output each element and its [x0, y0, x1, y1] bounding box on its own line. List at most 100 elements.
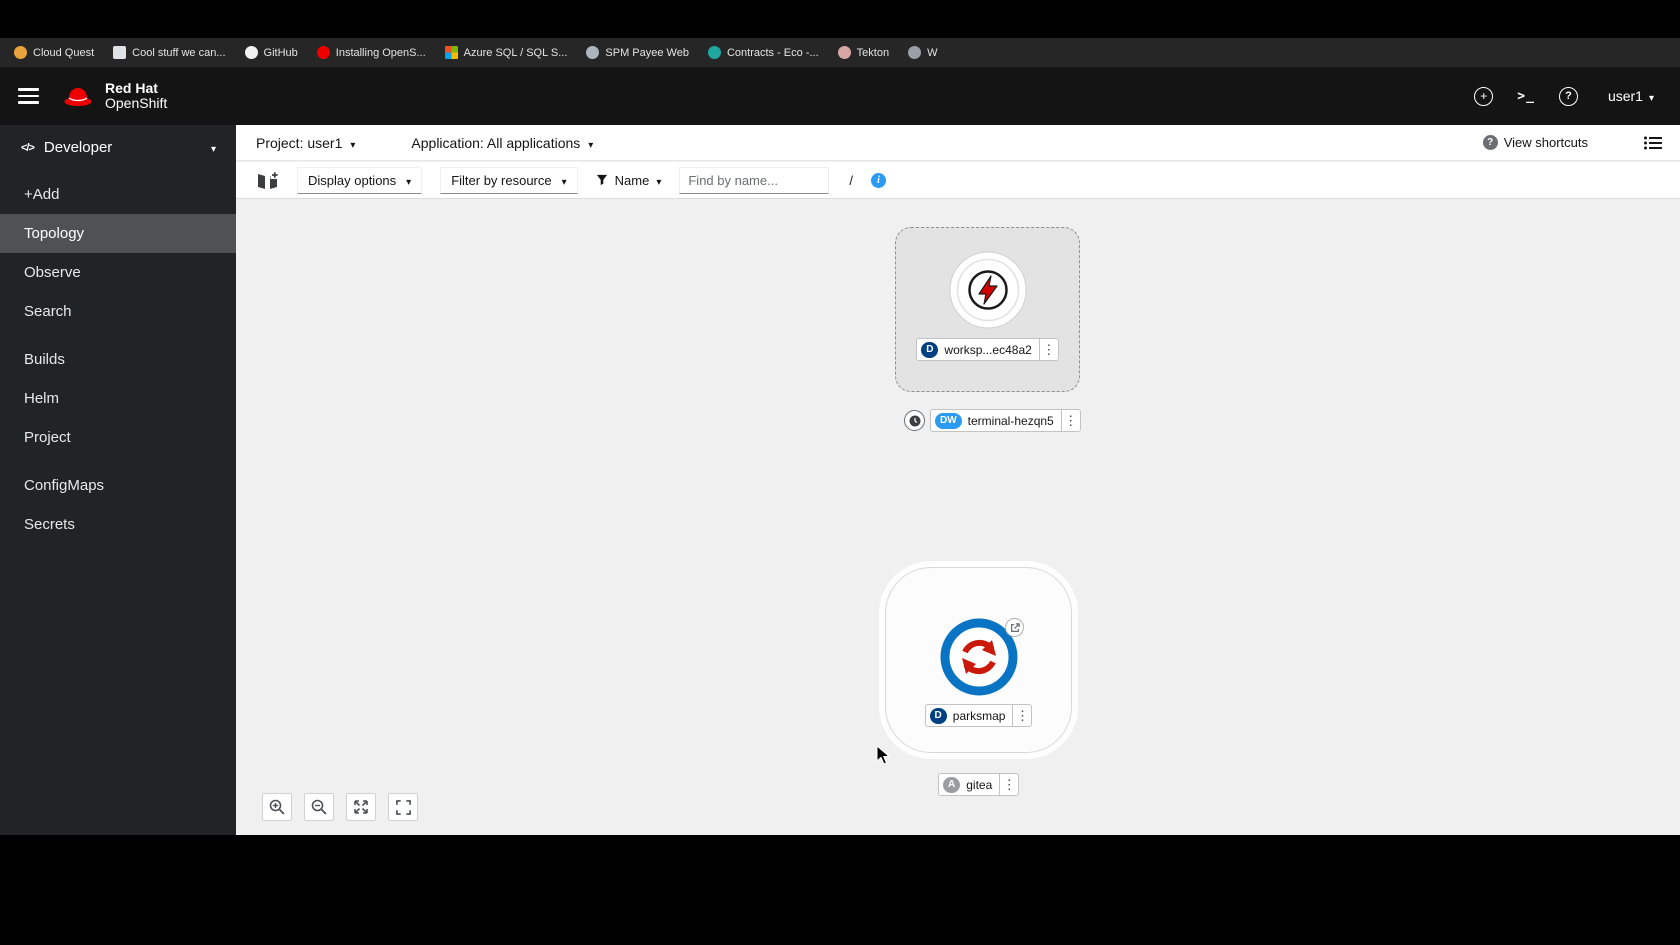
redhat-openshift-logo[interactable]: Red Hat OpenShift: [61, 81, 167, 111]
bookmark-azure-sql[interactable]: Azure SQL / SQL S...: [444, 46, 567, 59]
route-url-decorator[interactable]: [1005, 618, 1024, 637]
context-bar: Project: user1 Application: All applicat…: [236, 125, 1680, 161]
chevron-down-icon: [656, 173, 661, 188]
sidebar-nav-group-3: ConfigMaps Secrets: [0, 466, 236, 544]
display-options-dropdown[interactable]: Display options: [297, 166, 423, 194]
fullscreen-brackets-icon: [395, 799, 411, 815]
chevron-down-icon: [562, 173, 567, 188]
brand-name-top: Red Hat: [105, 80, 158, 96]
terminal-node-name: terminal-hezqn5: [967, 413, 1054, 428]
filter-by-resource-dropdown[interactable]: Filter by resource: [440, 166, 578, 194]
application-badge: A: [943, 776, 961, 793]
bookmark-label: GitHub: [263, 46, 298, 59]
bookmark-contracts[interactable]: Contracts - Eco -...: [707, 46, 819, 59]
sidebar-item-secrets[interactable]: Secrets: [0, 505, 236, 544]
add-to-project-button[interactable]: [256, 170, 279, 190]
masthead: Red Hat OpenShift >_ user1: [0, 67, 1680, 125]
bookmark-installing-openshift[interactable]: Installing OpenS...: [316, 46, 426, 59]
application-dropdown[interactable]: Application: All applications: [411, 135, 593, 151]
user-menu[interactable]: user1: [1608, 88, 1654, 104]
bookmark-label: W: [927, 46, 938, 59]
sidebar-item-topology[interactable]: Topology: [0, 214, 236, 253]
sidebar-item-helm[interactable]: Helm: [0, 379, 236, 418]
gitea-application-row[interactable]: A gitea: [938, 773, 1020, 796]
parksmap-node-label[interactable]: D parksmap: [924, 704, 1033, 727]
chevron-down-icon: [406, 173, 411, 188]
parksmap-node-name: parksmap: [952, 708, 1006, 723]
zoom-out-button[interactable]: [304, 793, 334, 821]
bookmark-tekton[interactable]: Tekton: [837, 46, 890, 59]
bookmark-label: Contracts - Eco -...: [726, 46, 819, 59]
gitea-group-name: gitea: [966, 777, 993, 792]
brand-name-bottom: OpenShift: [105, 95, 168, 111]
parksmap-node[interactable]: D parksmap: [885, 567, 1072, 753]
chevron-down-icon: [211, 139, 216, 156]
zoom-in-icon: [269, 799, 285, 815]
display-options-label: Display options: [308, 172, 397, 188]
deployment-badge: D: [921, 341, 939, 358]
devworkspace-lightning-icon[interactable]: [949, 251, 1027, 329]
name-filter-label: Name: [614, 172, 650, 188]
slash-shortcut-hint: /: [849, 172, 853, 188]
help-icon[interactable]: [1558, 86, 1578, 106]
bookmark-favicon: [707, 46, 721, 59]
list-view-toggle-button[interactable]: [1644, 136, 1662, 150]
sidebar-item-add[interactable]: +Add: [0, 175, 236, 214]
workspace-status-decorator-icon[interactable]: [904, 410, 925, 431]
find-by-name-input[interactable]: [679, 166, 830, 194]
map-plus-icon: [258, 170, 279, 189]
web-terminal-icon[interactable]: >_: [1517, 89, 1535, 104]
chevron-down-icon: [1649, 88, 1654, 104]
clock-icon: [909, 415, 920, 426]
bookmark-github[interactable]: GitHub: [244, 46, 298, 59]
reset-view-button[interactable]: [388, 793, 418, 821]
globe-icon: [908, 46, 922, 59]
bookmark-favicon: [113, 46, 127, 59]
sidebar-nav-group-2: Builds Helm Project: [0, 340, 236, 457]
hamburger-menu-icon[interactable]: [18, 88, 39, 104]
redhat-logo-icon: [64, 88, 92, 106]
sidebar-item-builds[interactable]: Builds: [0, 340, 236, 379]
project-dropdown[interactable]: Project: user1: [256, 135, 355, 151]
microsoft-icon: [444, 46, 458, 59]
devworkspace-badge: DW: [935, 412, 962, 429]
workspace-node-label[interactable]: D worksp...ec48a2: [916, 338, 1059, 361]
view-shortcuts-button[interactable]: View shortcuts: [1482, 135, 1588, 150]
zoom-in-button[interactable]: [262, 793, 292, 821]
sidebar-item-search[interactable]: Search: [0, 292, 236, 331]
fit-to-screen-button[interactable]: [346, 793, 376, 821]
perspective-label: Developer: [43, 139, 113, 156]
info-icon[interactable]: [870, 172, 886, 188]
github-icon: [244, 46, 258, 59]
bookmark-cloud-quest[interactable]: Cloud Quest: [14, 46, 94, 59]
bookmark-label: Tekton: [856, 46, 890, 59]
sidebar-item-configmaps[interactable]: ConfigMaps: [0, 466, 236, 505]
bookmark-label: SPM Payee Web: [605, 46, 689, 59]
name-filter-dropdown[interactable]: Name: [596, 173, 662, 188]
bookmark-w[interactable]: W: [908, 46, 937, 59]
sidebar-item-project[interactable]: Project: [0, 418, 236, 457]
bookmark-spm-payee[interactable]: SPM Payee Web: [586, 46, 689, 59]
filter-funnel-icon: [596, 174, 607, 186]
topology-toolbar: Display options Filter by resource Name …: [236, 162, 1680, 199]
kebab-menu-icon[interactable]: [999, 774, 1018, 795]
question-circle-icon: [1482, 135, 1498, 150]
chevron-down-icon: [350, 135, 355, 151]
gitea-group-label[interactable]: A gitea: [938, 773, 1020, 796]
quick-create-icon[interactable]: [1474, 86, 1494, 106]
bookmark-cool-stuff[interactable]: Cool stuff we can...: [113, 46, 226, 59]
bookmark-label: Installing OpenS...: [335, 46, 426, 59]
terminal-workspace-row[interactable]: DW terminal-hezqn5: [904, 409, 1081, 432]
perspective-switcher[interactable]: </> Developer: [0, 125, 236, 168]
kebab-menu-icon[interactable]: [1012, 705, 1031, 726]
terminal-node-label[interactable]: DW terminal-hezqn5: [930, 409, 1081, 432]
kebab-menu-icon[interactable]: [1060, 410, 1080, 431]
bookmark-favicon: [14, 46, 27, 59]
bookmark-label: Cloud Quest: [33, 46, 95, 59]
kebab-menu-icon[interactable]: [1038, 339, 1058, 360]
bookmark-label: Cool stuff we can...: [132, 46, 226, 59]
sidebar-item-observe[interactable]: Observe: [0, 253, 236, 292]
openshift-icon: [316, 46, 330, 59]
workspace-node[interactable]: D worksp...ec48a2: [895, 227, 1080, 392]
code-icon: </>: [21, 141, 35, 154]
